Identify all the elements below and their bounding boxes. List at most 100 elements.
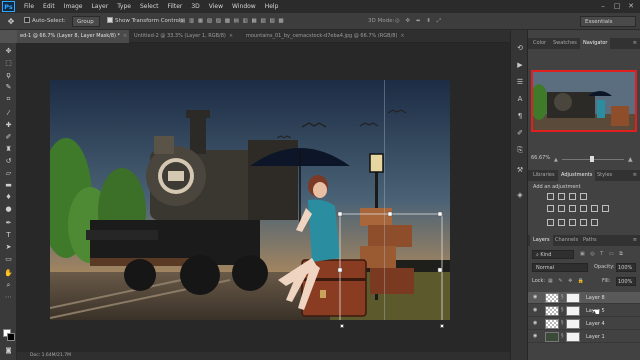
layer-filter-dropdown[interactable]: ⌕ Kind xyxy=(532,250,574,259)
brush-settings-icon[interactable]: ✐ xyxy=(515,128,525,138)
layer-row[interactable]: ◉ § Layer 5 xyxy=(528,305,640,317)
align-buttons[interactable]: ▤ ▥ ▦ ▧ ▨ ▩ ▤ ▥ ▦ ▧ ▨ ▩ xyxy=(180,16,285,27)
move-tool-preset-icon[interactable]: ✥ xyxy=(4,16,18,27)
more-tools-icon[interactable]: ⋯ xyxy=(3,292,14,302)
pen-icon[interactable]: ✒ xyxy=(3,218,14,228)
layer-row[interactable]: ◉ § Layer 8 xyxy=(528,292,640,304)
link-chain-icon[interactable]: § xyxy=(561,333,564,339)
layer-row[interactable]: ◉ § Layer 1 xyxy=(528,331,640,343)
lasso-icon[interactable]: ϙ xyxy=(3,70,14,80)
selective-color-icon[interactable] xyxy=(591,219,598,226)
menu-type[interactable]: Type xyxy=(117,3,131,10)
zoom-out-icon[interactable]: ▲ xyxy=(554,157,558,163)
paragraph-icon[interactable]: ¶ xyxy=(515,111,525,121)
tool-presets-icon[interactable]: ⚒ xyxy=(515,165,525,175)
curves-icon[interactable] xyxy=(569,193,576,200)
marquee-icon[interactable]: ⬚ xyxy=(3,58,14,68)
menu-edit[interactable]: Edit xyxy=(43,3,55,10)
3d-panel-icon[interactable]: ◈ xyxy=(515,190,525,200)
document-image[interactable] xyxy=(50,80,450,320)
visibility-eye-icon[interactable]: ◉ xyxy=(533,321,539,326)
character-icon[interactable]: A xyxy=(515,94,525,104)
navigator-preview[interactable] xyxy=(531,70,637,132)
layer-filter-buttons[interactable]: ▣ ◎ T ▭ ⧉ xyxy=(580,251,625,257)
quick-select-icon[interactable]: ✎ xyxy=(3,82,14,92)
quick-mask-icon[interactable]: ◙ xyxy=(3,346,14,356)
posterize-icon[interactable] xyxy=(558,219,565,226)
tab-adjustments[interactable]: Adjustments xyxy=(558,170,596,181)
blend-mode-dropdown[interactable]: Normal xyxy=(532,263,588,272)
fill-field[interactable]: 100% xyxy=(616,277,636,286)
move-icon[interactable]: ✥ xyxy=(3,46,14,56)
clone-source-icon[interactable]: ⎘ xyxy=(515,145,525,155)
tab-libraries[interactable]: Libraries xyxy=(530,170,558,181)
history-icon[interactable]: ⟲ xyxy=(515,43,525,53)
tab-document-1[interactable]: ed-1 @ 66.7% (Layer 8, Layer Mask/8) * × xyxy=(17,30,129,43)
visibility-eye-icon[interactable]: ◉ xyxy=(533,334,539,339)
link-chain-icon[interactable]: § xyxy=(561,294,564,300)
path-select-icon[interactable]: ➤ xyxy=(3,242,14,252)
workspace-dropdown[interactable]: Essentials xyxy=(580,16,636,27)
levels-icon[interactable] xyxy=(558,193,565,200)
maximize-button[interactable]: □ xyxy=(611,2,623,11)
tab-styles[interactable]: Styles xyxy=(594,170,615,181)
visibility-eye-icon[interactable]: ◉ xyxy=(533,295,539,300)
hue-saturation-icon[interactable] xyxy=(558,205,565,212)
3d-mode-buttons[interactable]: ◎ ✥ ⬌ ⬍ ⤢ xyxy=(395,16,443,27)
navigator-zoom-value[interactable]: 66.67% xyxy=(531,155,550,161)
color-balance-icon[interactable] xyxy=(569,205,576,212)
menu-filter[interactable]: Filter xyxy=(168,3,183,10)
eraser-icon[interactable]: ▱ xyxy=(3,168,14,178)
menu-layer[interactable]: Layer xyxy=(91,3,108,10)
auto-select-checkbox[interactable]: Auto-Select: xyxy=(24,16,66,27)
link-chain-icon[interactable]: § xyxy=(561,307,564,313)
dodge-icon[interactable]: ● xyxy=(3,204,14,214)
tab-document-2[interactable]: Untitled-2 @ 33.3% (Layer 1, RGB/8) × xyxy=(131,30,241,43)
transform-handle[interactable] xyxy=(440,324,444,328)
tab-paths[interactable]: Paths xyxy=(580,235,600,246)
invert-icon[interactable] xyxy=(547,219,554,226)
layer-mask-thumbnail[interactable] xyxy=(566,293,580,303)
close-tab-icon[interactable]: × xyxy=(123,33,127,39)
panel-menu-icon[interactable]: ≡ xyxy=(633,170,637,181)
stamp-icon[interactable]: ♜ xyxy=(3,144,14,154)
layer-mask-thumbnail[interactable] xyxy=(566,332,580,342)
tab-swatches[interactable]: Swatches xyxy=(550,38,580,49)
panel-menu-icon[interactable]: ≡ xyxy=(633,38,637,49)
blur-icon[interactable]: ♦ xyxy=(3,192,14,202)
black-white-icon[interactable] xyxy=(580,205,587,212)
brush-icon[interactable]: ✐ xyxy=(3,132,14,142)
menu-image[interactable]: Image xyxy=(64,3,83,10)
minimize-button[interactable]: – xyxy=(597,2,609,11)
eyedropper-icon[interactable]: ⁄ xyxy=(3,108,14,118)
healing-icon[interactable]: ✚ xyxy=(3,120,14,130)
hand-icon[interactable]: ✋ xyxy=(3,268,14,278)
tab-navigator[interactable]: Navigator xyxy=(580,38,611,49)
zoom-in-icon[interactable]: ▲ xyxy=(628,156,633,163)
vibrance-icon[interactable] xyxy=(547,205,554,212)
brightness-contrast-icon[interactable] xyxy=(547,193,554,200)
crop-icon[interactable]: ⌗ xyxy=(3,94,14,104)
background-color-swatch[interactable] xyxy=(7,333,15,341)
visibility-eye-icon[interactable]: ◉ xyxy=(533,308,539,313)
menu-view[interactable]: View xyxy=(209,3,223,10)
menu-file[interactable]: File xyxy=(24,3,34,10)
properties-icon[interactable]: ☰ xyxy=(515,77,525,87)
exposure-icon[interactable] xyxy=(580,193,587,200)
menu-help[interactable]: Help xyxy=(265,3,279,10)
close-window-button[interactable]: ✕ xyxy=(625,2,637,11)
link-chain-icon[interactable]: § xyxy=(561,320,564,326)
menu-window[interactable]: Window xyxy=(232,3,256,10)
gradient-icon[interactable]: ▬ xyxy=(3,180,14,190)
tab-document-3[interactable]: mountains_01_by_cemacstock-d7eba4.jpg @ … xyxy=(243,30,413,43)
layer-row[interactable]: ◉ § Layer 4 xyxy=(528,318,640,330)
menu-select[interactable]: Select xyxy=(140,3,159,10)
navigator-zoom-thumb[interactable] xyxy=(590,156,594,162)
channel-mixer-icon[interactable] xyxy=(602,205,609,212)
menu-3d[interactable]: 3D xyxy=(191,3,199,10)
zoom-icon[interactable]: ⌕ xyxy=(3,280,14,290)
auto-select-dropdown[interactable]: Group xyxy=(72,16,100,27)
show-transform-checkbox[interactable]: Show Transform Controls xyxy=(107,16,183,27)
photo-filter-icon[interactable] xyxy=(591,205,598,212)
actions-icon[interactable]: ▶ xyxy=(515,60,525,70)
